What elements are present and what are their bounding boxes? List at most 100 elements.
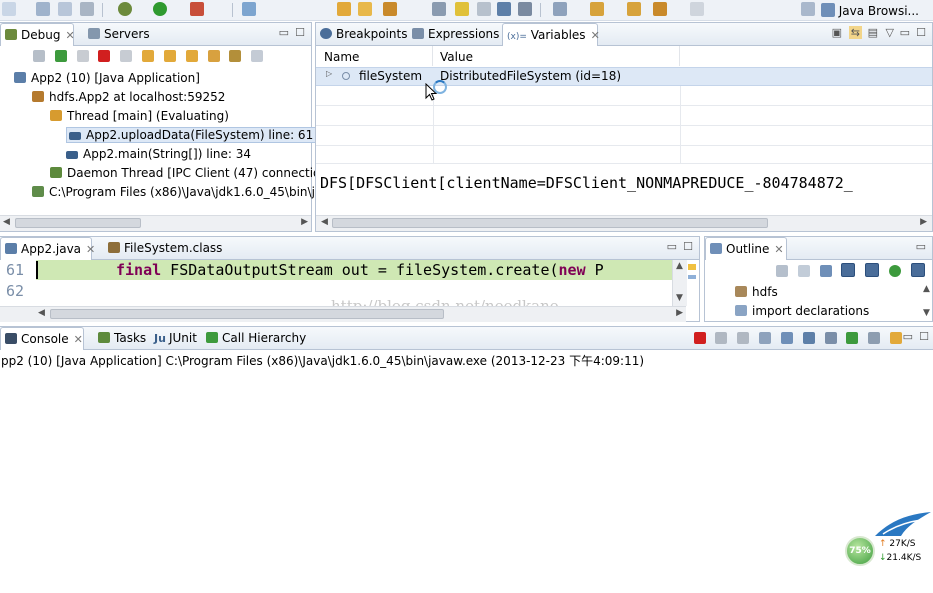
use-step-filters-icon[interactable] (229, 50, 242, 62)
overview-ruler-marker[interactable] (688, 275, 696, 279)
open-folder-icon[interactable] (358, 2, 372, 16)
tree-item[interactable]: C:\Program Files (x86)\Java\jdk1.6.0_45\… (0, 183, 337, 202)
remove-terminated-icon[interactable] (33, 50, 45, 62)
tab-console[interactable]: Console ✕ (0, 327, 84, 350)
tree-item-selected[interactable]: App2.uploadData(FileSystem) line: 61 (0, 126, 317, 145)
hide-fields-icon[interactable] (841, 263, 856, 277)
scroll-up-icon[interactable]: ▲ (923, 284, 930, 294)
terminate-icon[interactable] (98, 50, 111, 62)
tab-breakpoints[interactable]: Breakpoints (316, 23, 407, 45)
outline-item[interactable]: import declarations (705, 302, 932, 321)
tab-filesystem-class[interactable]: FileSystem.class (104, 237, 222, 259)
maximize-icon[interactable]: ☐ (683, 240, 693, 253)
maximize-icon[interactable]: ☐ (916, 26, 926, 39)
scroll-thumb[interactable] (15, 218, 141, 228)
close-icon[interactable]: ✕ (74, 333, 83, 346)
minimize-icon[interactable]: ▭ (279, 26, 289, 39)
terminate-icon[interactable] (693, 332, 706, 344)
close-icon[interactable]: ✕ (65, 29, 74, 42)
tab-call-hierarchy[interactable]: Call Hierarchy (202, 327, 306, 349)
open-type-icon[interactable] (337, 2, 351, 16)
debug-run-icon[interactable] (118, 2, 132, 16)
step-over-icon[interactable] (163, 50, 176, 62)
last-edit-icon[interactable] (627, 2, 641, 16)
network-speed-widget[interactable]: 75% ↑ 27K/S ↓21.4K/S (843, 510, 933, 570)
display-console-icon[interactable] (868, 332, 881, 344)
tab-outline[interactable]: Outline ✕ (705, 237, 787, 260)
show-on-output-icon[interactable] (824, 332, 837, 344)
minimize-icon[interactable]: ▭ (916, 240, 926, 253)
tab-app2-java[interactable]: App2.java ✕ (0, 237, 95, 260)
external-tools-icon[interactable] (190, 2, 204, 16)
editor-vertical-scrollbar[interactable]: ▲ ▼ (672, 260, 687, 306)
tab-junit[interactable]: Ju JUnit (150, 327, 202, 349)
maximize-icon[interactable]: ☐ (295, 26, 305, 39)
tree-item[interactable]: App2 (10) [Java Application] (0, 69, 311, 88)
detail-pane[interactable]: DFS[DFSClient[clientName=DFSClient_NONMA… (320, 174, 930, 194)
word-wrap-icon[interactable] (802, 332, 815, 344)
back-icon[interactable] (653, 2, 667, 16)
pin-console-icon[interactable] (846, 332, 859, 344)
expand-arrow-icon[interactable]: ▷ (326, 69, 332, 78)
code-editor[interactable]: 61 62 final FSDataOutputStream out = fil… (0, 260, 686, 315)
forward-icon[interactable] (690, 2, 704, 16)
tree-item[interactable]: hdfs.App2 at localhost:59252 (0, 88, 311, 107)
print-icon[interactable] (80, 2, 94, 16)
remove-all-terminated-icon[interactable] (737, 332, 750, 344)
save-all-icon[interactable] (58, 2, 72, 16)
collapse-all-icon[interactable]: ▣ (832, 26, 842, 39)
close-icon[interactable]: ✕ (774, 243, 783, 256)
resume-icon[interactable] (54, 50, 67, 62)
wand-icon[interactable] (383, 2, 397, 16)
scroll-left-icon[interactable]: ◀ (3, 217, 10, 227)
scroll-down-icon[interactable]: ▼ (923, 308, 930, 318)
minimize-icon[interactable]: ▭ (667, 240, 677, 253)
close-icon[interactable]: ✕ (86, 243, 95, 256)
save-icon[interactable] (36, 2, 50, 16)
next-annotation-icon[interactable] (553, 2, 567, 16)
perspective-java-browsing[interactable]: Java Browsi... (820, 1, 919, 18)
view-menu-icon[interactable] (251, 50, 264, 62)
editor-horizontal-scrollbar[interactable]: ◀ ▶ (0, 306, 686, 322)
hide-non-public-icon[interactable] (889, 265, 902, 277)
remove-launch-icon[interactable] (715, 332, 728, 344)
scroll-right-icon[interactable]: ▶ (676, 308, 683, 318)
view-menu-icon[interactable]: ▽ (886, 26, 894, 39)
paragraph-icon[interactable] (518, 2, 532, 16)
outline-vertical-scrollbar[interactable]: ▲ ▼ (922, 282, 932, 320)
column-header-name[interactable]: Name (316, 46, 433, 66)
step-return-icon[interactable] (185, 50, 198, 62)
search-icon[interactable] (432, 2, 446, 16)
open-console-icon[interactable] (890, 332, 902, 344)
tree-item[interactable]: Thread [main] (Evaluating) (0, 107, 311, 126)
tree-item[interactable]: App2.main(String[]) line: 34 (0, 145, 311, 164)
tab-debug[interactable]: Debug ✕ (0, 23, 75, 46)
overview-ruler-marker[interactable] (688, 264, 696, 270)
minimize-icon[interactable]: ▭ (903, 330, 913, 343)
tab-variables[interactable]: (x)= Variables ✕ (502, 23, 600, 46)
clear-console-icon[interactable] (759, 332, 772, 344)
scroll-thumb[interactable] (50, 309, 444, 319)
scroll-left-icon[interactable]: ◀ (321, 217, 328, 227)
layout-icon[interactable]: ▤ (868, 26, 878, 39)
hide-local-types-icon[interactable] (910, 263, 925, 277)
pen-icon[interactable] (455, 2, 469, 16)
pin-icon[interactable] (477, 2, 491, 16)
tab-tasks[interactable]: Tasks (94, 327, 150, 349)
collapse-all-icon[interactable] (797, 265, 810, 277)
tree-item[interactable]: Daemon Thread [IPC Client (47) connectio… (0, 164, 337, 183)
block-icon[interactable] (497, 2, 511, 16)
scroll-left-icon[interactable]: ◀ (38, 308, 45, 318)
variables-horizontal-scrollbar[interactable]: ◀ ▶ (316, 215, 932, 231)
disconnect-icon[interactable] (120, 50, 133, 62)
scroll-lock-icon[interactable] (780, 332, 793, 344)
tab-servers[interactable]: Servers (84, 23, 154, 45)
maximize-icon[interactable]: ☐ (919, 330, 929, 343)
minimize-icon[interactable]: ▭ (900, 26, 910, 39)
scroll-right-icon[interactable]: ▶ (301, 217, 308, 227)
scroll-thumb[interactable] (332, 218, 768, 228)
console-output[interactable] (0, 371, 933, 593)
open-perspective-icon[interactable] (801, 2, 815, 16)
column-header-value[interactable]: Value (433, 46, 680, 66)
drop-to-frame-icon[interactable] (207, 50, 220, 62)
